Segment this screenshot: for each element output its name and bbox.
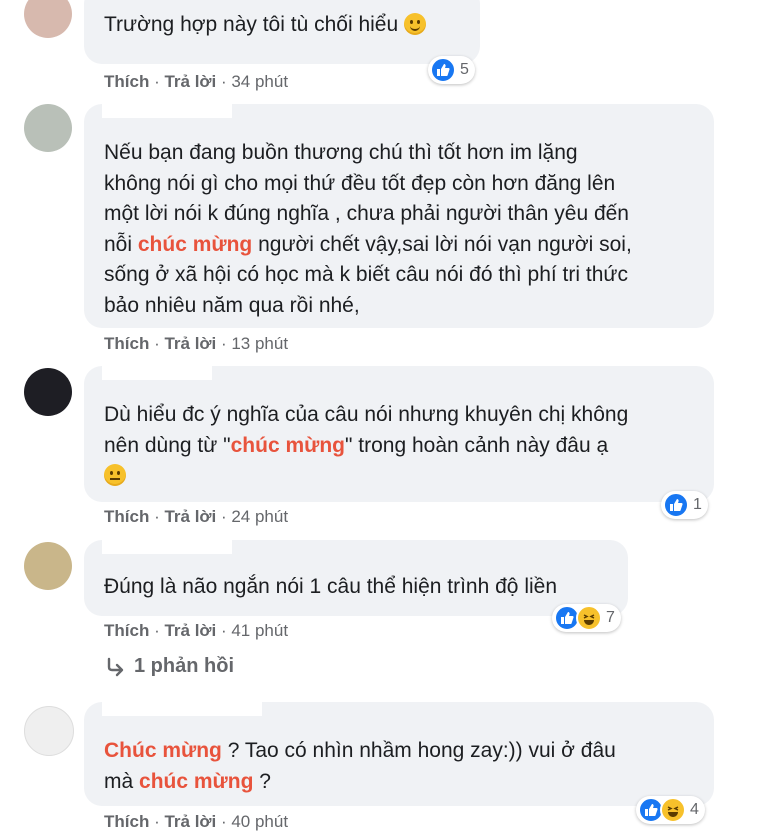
highlight-keyword: chúc mừng	[137, 232, 253, 256]
separator: ·	[216, 334, 232, 353]
name-redaction	[102, 102, 232, 118]
timestamp[interactable]: 13 phút	[231, 334, 288, 353]
name-redaction	[102, 364, 212, 380]
like-link[interactable]: Thích	[104, 334, 149, 353]
comment-line: Nếu bạn đang buồn thương chú thì tốt hơn…	[104, 141, 578, 164]
reply-link[interactable]: Trả lời	[164, 72, 216, 91]
separator: ·	[149, 334, 165, 353]
reaction-summary[interactable]: 7	[552, 604, 621, 632]
reaction-count: 1	[693, 496, 702, 513]
timestamp[interactable]: 34 phút	[231, 72, 288, 91]
like-link[interactable]: Thích	[104, 812, 149, 831]
avatar[interactable]	[24, 706, 74, 756]
like-icon	[430, 57, 456, 83]
view-replies-link[interactable]: 1 phản hồi	[104, 655, 234, 678]
reaction-count: 7	[606, 609, 615, 626]
comment-text: " trong hoàn cảnh này đâu ạ	[345, 433, 609, 457]
name-redaction	[102, 700, 262, 716]
like-link[interactable]: Thích	[104, 72, 149, 91]
replies-count: 1 phản hồi	[134, 655, 234, 677]
like-link[interactable]: Thích	[104, 621, 149, 640]
comment-text: mà	[104, 769, 140, 793]
neutral-emoji-icon	[104, 464, 126, 486]
reaction-count: 5	[460, 61, 469, 78]
separator: ·	[216, 72, 232, 91]
like-icon	[663, 492, 689, 518]
highlight-keyword: chúc mừng	[139, 769, 254, 793]
comment-line: một lời nói k đúng nghĩa , chưa phải ngư…	[104, 202, 629, 225]
comment-text: nỗi	[104, 232, 138, 256]
comment-text: ? Tao có nhìn nhầm hong zay:)) vui ở đâu	[221, 739, 616, 762]
comment-actions: Thích · Trả lời · 24 phút	[104, 507, 288, 527]
reply-link[interactable]: Trả lời	[164, 507, 216, 526]
comment-bubble: Nếu bạn đang buồn thương chú thì tốt hơn…	[84, 102, 714, 328]
separator: ·	[216, 621, 232, 640]
comment-line: bảo nhiêu năm qua rồi nhé,	[104, 293, 360, 317]
timestamp[interactable]: 41 phút	[231, 621, 288, 640]
timestamp[interactable]: 24 phút	[231, 507, 288, 526]
comment-line: không nói gì cho mọi thứ đều tốt đẹp còn…	[104, 171, 616, 195]
comment-bubble: Dù hiểu đc ý nghĩa của câu nói nhưng khu…	[84, 364, 714, 502]
haha-icon	[660, 797, 686, 823]
highlight-keyword: Chúc mừng	[104, 739, 222, 762]
reply-link[interactable]: Trả lời	[164, 812, 216, 831]
separator: ·	[216, 507, 232, 526]
like-link[interactable]: Thích	[104, 507, 149, 526]
name-redaction	[102, 538, 232, 554]
comment-bubble: Đúng là não ngắn nói 1 câu thể hiện trìn…	[84, 538, 628, 616]
avatar[interactable]	[24, 542, 72, 590]
reply-link[interactable]: Trả lời	[164, 334, 216, 353]
comment-text: ?	[253, 769, 271, 793]
comment-actions: Thích · Trả lời · 40 phút	[104, 812, 288, 832]
avatar[interactable]	[24, 104, 72, 152]
comment-line: sống ở xã hội có học mà k biết câu nói đ…	[104, 263, 628, 286]
reaction-summary[interactable]: 5	[428, 56, 475, 84]
smile-emoji-icon	[404, 13, 426, 35]
comment-text: nên dùng từ "	[104, 433, 231, 457]
haha-icon	[576, 605, 602, 631]
comment-line: Dù hiểu đc ý nghĩa của câu nói nhưng khu…	[104, 403, 629, 426]
reply-arrow-icon	[107, 657, 124, 676]
comment-line: Đúng là não ngắn nói 1 câu thể hiện trìn…	[104, 575, 558, 598]
reaction-summary[interactable]: 1	[661, 491, 708, 519]
comment-actions: Thích · Trả lời · 34 phút	[104, 72, 288, 92]
timestamp[interactable]: 40 phút	[231, 812, 288, 831]
separator: ·	[149, 621, 165, 640]
comment-bubble: Chúc mừng ? Tao có nhìn nhầm hong zay:))…	[84, 700, 714, 806]
separator: ·	[149, 812, 165, 831]
separator: ·	[216, 812, 232, 831]
avatar[interactable]	[24, 368, 72, 416]
separator: ·	[149, 72, 165, 91]
avatar[interactable]	[24, 0, 72, 38]
comment-actions: Thích · Trả lời · 41 phút	[104, 621, 288, 641]
comment-bubble: Trường hợp này tôi tù chối hiểu	[84, 0, 480, 64]
comment-text: Trường hợp này tôi tù chối hiểu	[104, 13, 399, 36]
comment-text: người chết vậy,sai lời nói vạn người soi…	[252, 232, 632, 256]
comment-actions: Thích · Trả lời · 13 phút	[104, 334, 288, 354]
reaction-summary[interactable]: 4	[636, 796, 705, 824]
separator: ·	[149, 507, 165, 526]
reaction-count: 4	[690, 801, 699, 818]
reply-link[interactable]: Trả lời	[164, 621, 216, 640]
highlight-keyword: chúc mừng	[230, 433, 345, 457]
